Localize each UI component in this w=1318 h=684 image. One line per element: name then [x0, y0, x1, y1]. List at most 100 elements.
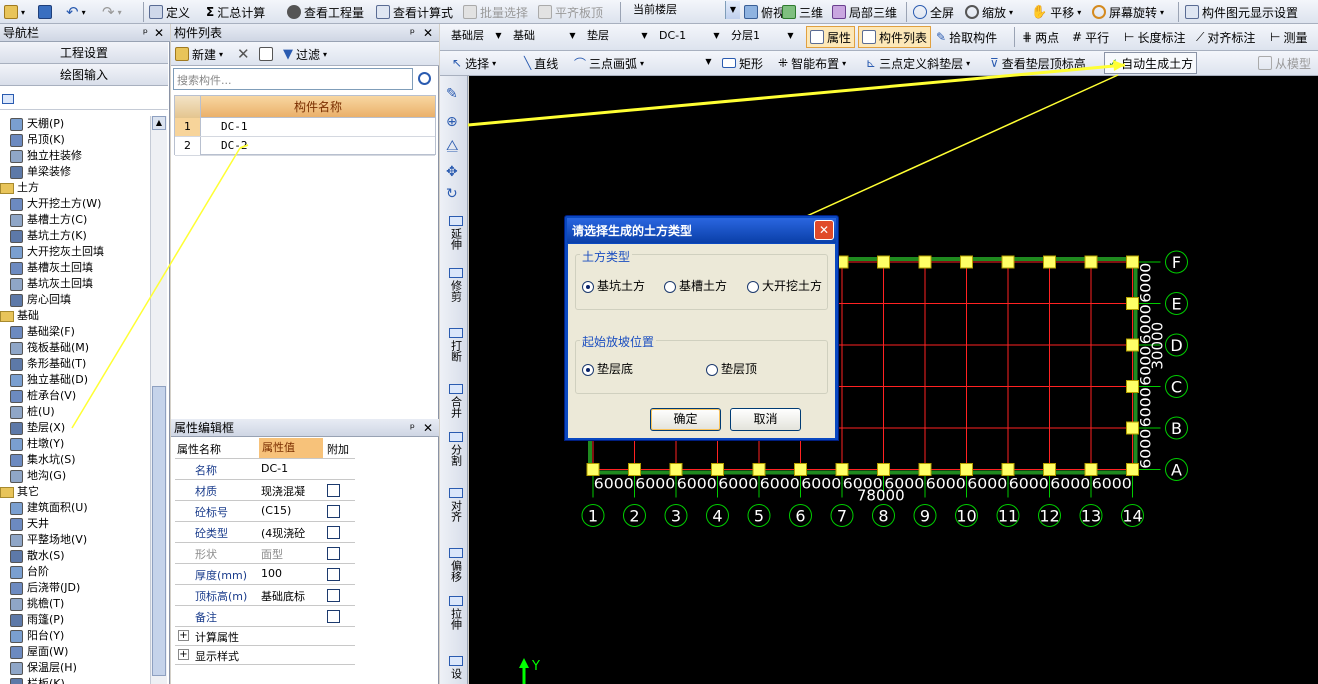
- slope-cushion-button[interactable]: ⊾ 三点定义斜垫层 ▾: [866, 52, 970, 74]
- pin-icon[interactable]: ᵖ: [410, 24, 415, 42]
- property-value[interactable]: 基础底标: [261, 588, 305, 604]
- edit-tool-button[interactable]: 拉伸: [446, 596, 466, 630]
- edit-tool-button[interactable]: 打断: [446, 328, 466, 362]
- attach-checkbox[interactable]: [327, 547, 340, 560]
- mirror-icon[interactable]: ⧋: [446, 138, 459, 154]
- calc-attrs-row[interactable]: + 计算属性: [175, 627, 355, 646]
- from-model-button[interactable]: 从模型: [1258, 52, 1311, 74]
- close-icon[interactable]: ✕: [423, 419, 433, 437]
- nav-folder[interactable]: 土方: [0, 180, 39, 196]
- view-quantity-button[interactable]: 查看工程量: [287, 1, 364, 23]
- nav-item[interactable]: 基槽土方(C): [10, 212, 87, 228]
- view-elevation-button[interactable]: ⊽ 查看垫层顶标高: [990, 52, 1086, 74]
- nav-item[interactable]: 吊顶(K): [10, 132, 65, 148]
- attach-checkbox[interactable]: [327, 589, 340, 602]
- nav-item[interactable]: 条形基础(T): [10, 356, 86, 372]
- two-points-button[interactable]: ⋕ 两点: [1022, 26, 1059, 48]
- expand-icon[interactable]: +: [178, 649, 189, 660]
- property-value[interactable]: (4现浇砼: [261, 525, 305, 541]
- element-type-combo[interactable]: 垫层 ▼: [584, 27, 652, 47]
- radio-option[interactable]: 垫层顶: [706, 360, 757, 377]
- nav-item[interactable]: 保温层(H): [10, 660, 77, 676]
- display-settings-button[interactable]: 构件图元显示设置: [1185, 1, 1298, 23]
- scroll-thumb[interactable]: [152, 386, 166, 676]
- property-value[interactable]: 现浇混凝: [261, 483, 305, 499]
- define-button[interactable]: 定义: [149, 1, 190, 23]
- scroll-up-icon[interactable]: ▲: [152, 116, 166, 130]
- display-style-row[interactable]: + 显示样式: [175, 646, 355, 665]
- nav-item[interactable]: 基础梁(F): [10, 324, 75, 340]
- pen-icon[interactable]: ✎: [446, 86, 458, 102]
- rotate-tool-icon[interactable]: ↻: [446, 186, 458, 202]
- delete-icon[interactable]: ✕: [237, 43, 250, 65]
- filter-button[interactable]: ▼ 过滤 ▾: [283, 43, 327, 65]
- nav-item[interactable]: 大开挖灰土回填: [10, 244, 104, 260]
- redo-button[interactable]: ↷ ▾: [102, 1, 122, 23]
- nav-item[interactable]: 独立基础(D): [10, 372, 88, 388]
- arc-mode-combo[interactable]: ▼: [660, 53, 716, 73]
- attach-checkbox[interactable]: [327, 484, 340, 497]
- search-icon[interactable]: [418, 72, 431, 85]
- arc-button[interactable]: ⌒ 三点画弧 ▾: [574, 52, 644, 74]
- close-icon[interactable]: ✕: [423, 24, 433, 42]
- radio-button[interactable]: [582, 280, 594, 293]
- nav-item[interactable]: 筏板基础(M): [10, 340, 89, 356]
- rotate-button[interactable]: 屏幕旋转 ▾: [1092, 1, 1164, 23]
- sum-calc-button[interactable]: Σ 汇总计算: [206, 1, 265, 23]
- nav-item[interactable]: 基坑土方(K): [10, 228, 87, 244]
- undo-button[interactable]: ↶ ▾: [66, 1, 86, 23]
- dialog-close-button[interactable]: ✕: [814, 220, 834, 240]
- three-d-button[interactable]: 三维: [782, 1, 823, 23]
- nav-item[interactable]: 屋面(W): [10, 644, 68, 660]
- cancel-button[interactable]: 取消: [730, 408, 801, 431]
- nav-folder[interactable]: 基础: [0, 308, 39, 324]
- radio-option[interactable]: 大开挖土方: [747, 277, 822, 294]
- nav-item[interactable]: 平整场地(V): [10, 532, 87, 548]
- property-row[interactable]: 厚度(mm) 100: [175, 564, 355, 585]
- copy-icon[interactable]: [259, 43, 273, 65]
- property-value[interactable]: 100: [261, 567, 282, 580]
- nav-item[interactable]: 天井: [10, 516, 49, 532]
- category-combo[interactable]: 基础 ▼: [510, 27, 580, 47]
- radio-option[interactable]: 基槽土方: [664, 277, 727, 294]
- rect-button[interactable]: 矩形: [722, 52, 763, 74]
- floor-combo[interactable]: 当前楼层 ▼: [630, 1, 740, 21]
- close-icon[interactable]: ✕: [154, 24, 164, 42]
- nav-item[interactable]: 栏板(K): [10, 676, 65, 684]
- length-dim-button[interactable]: ⊢ 长度标注: [1124, 26, 1185, 48]
- nav-item[interactable]: 地沟(G): [10, 468, 66, 484]
- expand-icon[interactable]: +: [178, 630, 189, 641]
- batch-select-button[interactable]: 批量选择: [463, 1, 528, 23]
- auto-earthwork-button[interactable]: ✓ 自动生成土方: [1104, 52, 1198, 74]
- nav-item[interactable]: 单梁装修: [10, 164, 71, 180]
- nav-scrollbar[interactable]: ▲: [150, 116, 167, 684]
- property-row[interactable]: 形状 面型: [175, 543, 355, 564]
- property-row[interactable]: 备注: [175, 606, 355, 627]
- property-row[interactable]: 名称 DC-1: [175, 459, 355, 480]
- pin-icon[interactable]: ᵖ: [410, 419, 415, 437]
- component-list-button[interactable]: 构件列表: [858, 26, 932, 48]
- project-settings-button[interactable]: 工程设置: [0, 42, 168, 64]
- radio-option[interactable]: 基坑土方: [582, 277, 645, 294]
- property-value[interactable]: DC-1: [261, 462, 288, 475]
- attach-checkbox[interactable]: [327, 505, 340, 518]
- nav-item[interactable]: 集水坑(S): [10, 452, 76, 468]
- edit-tool-button[interactable]: 设: [446, 656, 466, 679]
- attach-checkbox[interactable]: [327, 610, 340, 623]
- search-input[interactable]: 搜索构件...: [173, 68, 413, 90]
- zoom-button[interactable]: 缩放 ▾: [965, 1, 1013, 23]
- edit-tool-button[interactable]: 延伸: [446, 216, 466, 250]
- nav-item[interactable]: 大开挖土方(W): [10, 196, 101, 212]
- nav-item[interactable]: 建筑面积(U): [10, 500, 88, 516]
- nav-item[interactable]: 垫层(X): [10, 420, 65, 436]
- nav-item[interactable]: 基坑灰土回填: [10, 276, 93, 292]
- table-row[interactable]: 1 DC-1: [175, 118, 435, 137]
- select-button[interactable]: ↖ 选择 ▾: [452, 52, 496, 74]
- nav-item[interactable]: 天棚(P): [10, 116, 64, 132]
- radio-button[interactable]: [664, 280, 676, 293]
- radio-button[interactable]: [747, 280, 759, 293]
- move-icon[interactable]: ✥: [446, 164, 458, 180]
- radio-button[interactable]: [582, 363, 594, 376]
- property-value[interactable]: 面型: [261, 546, 283, 562]
- sublayer-combo[interactable]: 分层1 ▼: [728, 27, 798, 47]
